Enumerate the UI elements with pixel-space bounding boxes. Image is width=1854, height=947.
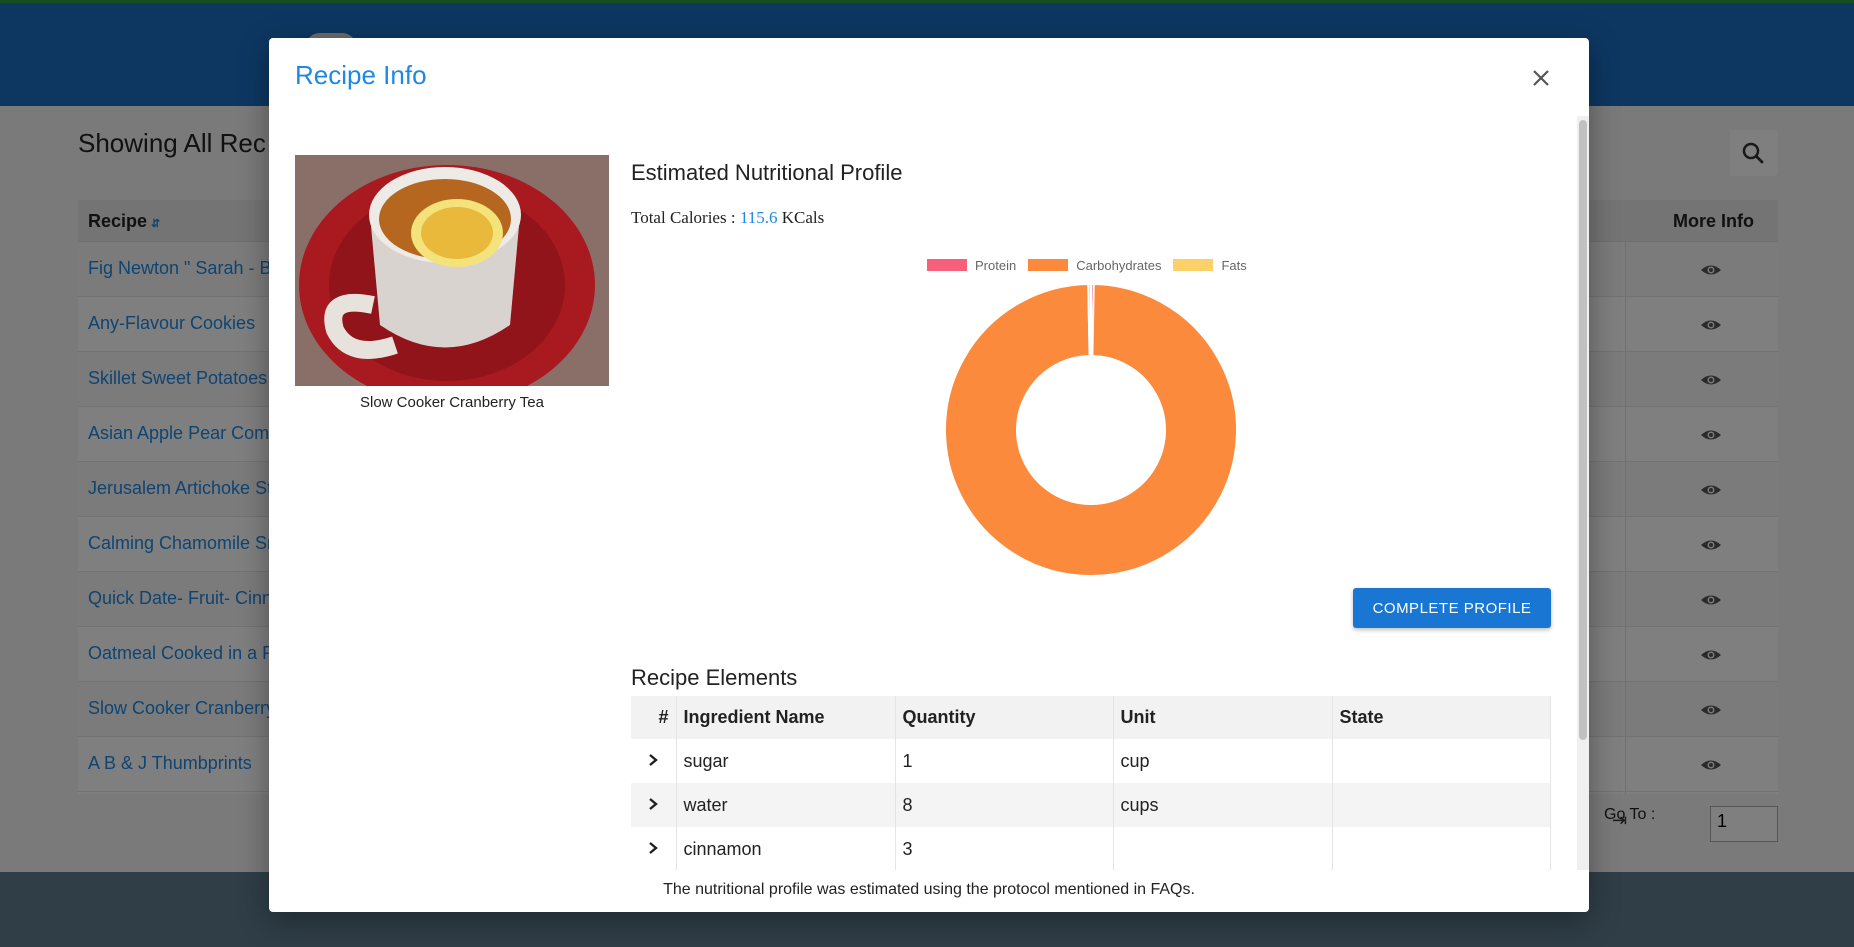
modal-title: Recipe Info xyxy=(295,60,427,90)
ingredient-unit: cups xyxy=(1113,783,1333,827)
ingredient-state xyxy=(1332,783,1551,827)
expand-row-button[interactable] xyxy=(631,827,677,870)
expand-row-button[interactable] xyxy=(631,783,677,827)
chevron-right-icon xyxy=(649,753,659,766)
modal-body: Slow Cooker Cranberry Tea Estimated Nutr… xyxy=(269,116,1577,870)
ingredient-state xyxy=(1332,739,1551,783)
ingredient-quantity: 1 xyxy=(895,739,1114,783)
nutrition-heading: Estimated Nutritional Profile xyxy=(631,160,903,185)
ingredient-name: sugar xyxy=(676,739,896,783)
scrollbar-thumb[interactable] xyxy=(1579,120,1587,740)
ingredient-row: sugar 1 cup xyxy=(631,739,1551,783)
column-header-state: State xyxy=(1332,696,1551,739)
legend-swatch xyxy=(1173,259,1214,271)
ingredient-name: water xyxy=(676,783,896,827)
ingredient-state xyxy=(1332,827,1551,870)
recipe-info-modal: Recipe Info Slow Cooker Cranberry Tea Es… xyxy=(269,38,1589,912)
modal-scrollbar[interactable] xyxy=(1577,116,1589,870)
ingredient-name: cinnamon xyxy=(676,827,896,870)
chevron-right-icon xyxy=(649,841,659,854)
legend-label: Fats xyxy=(1221,257,1247,273)
chevron-right-icon xyxy=(649,797,659,810)
ingredient-row: water 8 cups xyxy=(631,783,1551,827)
complete-profile-button[interactable]: COMPLETE PROFILE xyxy=(1353,588,1551,628)
close-icon xyxy=(1533,70,1549,86)
recipe-elements-heading: Recipe Elements xyxy=(631,665,798,690)
image-caption: Slow Cooker Cranberry Tea xyxy=(360,394,544,411)
legend-label: Protein xyxy=(975,257,1017,273)
column-header-number: # xyxy=(631,696,677,739)
expand-row-button[interactable] xyxy=(631,739,677,783)
legend-item[interactable]: Carbohydrates xyxy=(1028,258,1161,273)
ingredient-quantity: 3 xyxy=(895,827,1114,870)
ingredients-table: # Ingredient Name Quantity Unit State su… xyxy=(631,696,1551,870)
total-calories-value: 115.6 xyxy=(739,208,778,227)
recipe-image xyxy=(295,155,609,386)
nutrition-donut-chart xyxy=(944,282,1238,577)
legend-item[interactable]: Protein xyxy=(927,258,1016,273)
legend-item[interactable]: Fats xyxy=(1173,257,1247,273)
legend-swatch xyxy=(927,259,967,271)
column-header-unit: Unit xyxy=(1113,696,1333,739)
ingredient-row: cinnamon 3 xyxy=(631,827,1551,870)
chart-legend: Protein Carbohydrates Fats xyxy=(927,257,1259,273)
legend-swatch xyxy=(1028,259,1069,271)
ingredient-quantity: 8 xyxy=(895,783,1114,827)
footnote: The nutritional profile was estimated us… xyxy=(269,881,1589,899)
ingredients-header-row: # Ingredient Name Quantity Unit State xyxy=(631,696,1551,739)
column-header-quantity: Quantity xyxy=(895,696,1114,739)
ingredient-unit: cup xyxy=(1113,739,1333,783)
ingredients-body: sugar1cupwater8cupscinnamon3cranberry ju… xyxy=(631,739,1551,870)
column-header-ingredient: Ingredient Name xyxy=(676,696,896,739)
legend-label: Carbohydrates xyxy=(1076,257,1162,273)
donut-slice-fats[interactable] xyxy=(1087,282,1092,358)
total-calories-unit: KCals xyxy=(781,208,825,227)
total-calories-label: Total Calories : xyxy=(631,208,736,227)
total-calories: Total Calories : 115.6 KCals xyxy=(631,208,824,228)
close-button[interactable] xyxy=(1525,62,1557,94)
ingredient-unit xyxy=(1113,827,1333,870)
